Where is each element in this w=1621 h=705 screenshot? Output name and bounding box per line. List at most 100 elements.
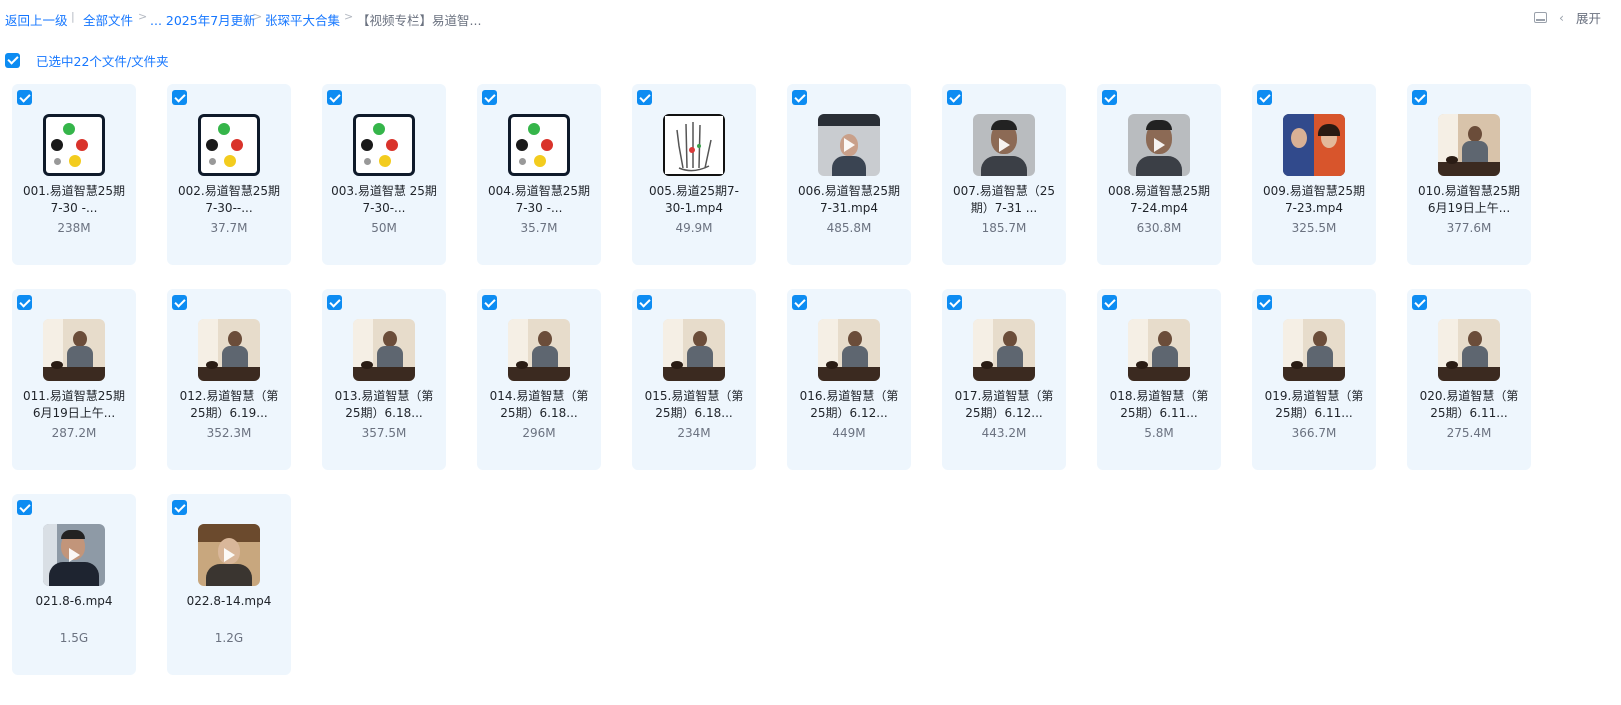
video-thumbnail[interactable]	[198, 319, 260, 381]
video-thumbnail[interactable]	[663, 319, 725, 381]
file-checkbox[interactable]	[17, 500, 32, 515]
file-size: 1.5G	[59, 631, 89, 645]
video-thumbnail[interactable]	[818, 114, 880, 176]
file-size: 35.7M	[520, 221, 558, 235]
expand-button[interactable]: 展开	[1576, 8, 1601, 27]
video-thumbnail[interactable]	[43, 319, 105, 381]
file-checkbox[interactable]	[637, 90, 652, 105]
video-thumbnail[interactable]	[1438, 319, 1500, 381]
select-all-checkbox[interactable]	[5, 52, 20, 68]
file-card[interactable]: 022.8-14.mp4 1.2G	[167, 494, 291, 675]
file-checkbox[interactable]	[947, 90, 962, 105]
file-name[interactable]: 021.8-6.mp4	[20, 593, 128, 610]
file-card[interactable]: 012.易道智慧（第25期）6.19... 352.3M	[167, 289, 291, 470]
file-checkbox[interactable]	[17, 295, 32, 310]
file-checkbox[interactable]	[1257, 90, 1272, 105]
file-card[interactable]: 017.易道智慧（第25期）6.12... 443.2M	[942, 289, 1066, 470]
file-checkbox[interactable]	[172, 90, 187, 105]
file-checkbox[interactable]	[327, 295, 342, 310]
video-thumbnail[interactable]	[973, 114, 1035, 176]
file-card[interactable]: 013.易道智慧（第25期）6.18... 357.5M	[322, 289, 446, 470]
video-thumbnail[interactable]	[663, 114, 725, 176]
file-checkbox[interactable]	[1102, 90, 1117, 105]
video-thumbnail[interactable]	[353, 114, 415, 176]
file-checkbox[interactable]	[1412, 90, 1427, 105]
file-card[interactable]: 011.易道智慧25期6月19日上午... 287.2M	[12, 289, 136, 470]
video-thumbnail[interactable]	[973, 319, 1035, 381]
file-card[interactable]: 006.易道智慧25期7-31.mp4 485.8M	[787, 84, 911, 265]
video-thumbnail[interactable]	[818, 319, 880, 381]
video-thumbnail[interactable]	[198, 524, 260, 586]
video-thumbnail[interactable]	[1283, 319, 1345, 381]
file-checkbox[interactable]	[482, 295, 497, 310]
file-card[interactable]: 008.易道智慧25期7-24.mp4 630.8M	[1097, 84, 1221, 265]
video-thumbnail[interactable]	[508, 114, 570, 176]
file-name[interactable]: 006.易道智慧25期7-31.mp4	[795, 183, 903, 217]
file-checkbox[interactable]	[172, 295, 187, 310]
file-checkbox[interactable]	[792, 295, 807, 310]
file-checkbox[interactable]	[482, 90, 497, 105]
breadcrumb-month-folder[interactable]: ... 2025年7月更新	[150, 10, 256, 29]
file-name[interactable]: 002.易道智慧25期7-30--...	[175, 183, 283, 217]
video-thumbnail[interactable]	[43, 114, 105, 176]
file-name[interactable]: 014.易道智慧（第25期）6.18...	[485, 388, 593, 422]
video-thumbnail[interactable]	[353, 319, 415, 381]
file-card[interactable]: 004.易道智慧25期7-30 -... 35.7M	[477, 84, 601, 265]
file-checkbox[interactable]	[1102, 295, 1117, 310]
file-checkbox[interactable]	[1412, 295, 1427, 310]
file-name[interactable]: 003.易道智慧 25期7-30-...	[330, 183, 438, 217]
file-checkbox[interactable]	[17, 90, 32, 105]
file-checkbox[interactable]	[1257, 295, 1272, 310]
file-card[interactable]: 020.易道智慧（第25期）6.11... 275.4M	[1407, 289, 1531, 470]
file-card[interactable]: 005.易道25期7-30-1.mp4 49.9M	[632, 84, 756, 265]
file-card[interactable]: 001.易道智慧25期7-30 -... 238M	[12, 84, 136, 265]
file-checkbox[interactable]	[792, 90, 807, 105]
file-card[interactable]: 015.易道智慧（第25期）6.18... 234M	[632, 289, 756, 470]
video-thumbnail[interactable]	[198, 114, 260, 176]
file-name[interactable]: 022.8-14.mp4	[175, 593, 283, 610]
video-thumbnail[interactable]	[508, 319, 570, 381]
file-name[interactable]: 019.易道智慧（第25期）6.11...	[1260, 388, 1368, 422]
breadcrumb-collection-folder[interactable]: 张琛平大合集	[265, 10, 340, 29]
file-name[interactable]: 011.易道智慧25期6月19日上午...	[20, 388, 128, 422]
file-card[interactable]: 021.8-6.mp4 1.5G	[12, 494, 136, 675]
file-name[interactable]: 001.易道智慧25期7-30 -...	[20, 183, 128, 217]
file-card[interactable]: 014.易道智慧（第25期）6.18... 296M	[477, 289, 601, 470]
video-thumbnail[interactable]	[1128, 114, 1190, 176]
file-name[interactable]: 020.易道智慧（第25期）6.11...	[1415, 388, 1523, 422]
file-name[interactable]: 010.易道智慧25期6月19日上午...	[1415, 183, 1523, 217]
video-thumbnail[interactable]	[1438, 114, 1500, 176]
file-checkbox[interactable]	[947, 295, 962, 310]
back-link[interactable]: 返回上一级	[5, 10, 68, 29]
file-name[interactable]: 017.易道智慧（第25期）6.12...	[950, 388, 1058, 422]
file-card[interactable]: 016.易道智慧（第25期）6.12... 449M	[787, 289, 911, 470]
video-thumbnail[interactable]	[1128, 319, 1190, 381]
view-toggle-icon[interactable]	[1533, 12, 1547, 23]
file-name[interactable]: 004.易道智慧25期7-30 -...	[485, 183, 593, 217]
video-thumbnail[interactable]	[1283, 114, 1345, 176]
file-name[interactable]: 007.易道智慧（25期）7-31 ...	[950, 183, 1058, 217]
file-name[interactable]: 013.易道智慧（第25期）6.18...	[330, 388, 438, 422]
file-size: 443.2M	[981, 426, 1027, 440]
file-card[interactable]: 003.易道智慧 25期7-30-... 50M	[322, 84, 446, 265]
file-card[interactable]: 009.易道智慧25期7-23.mp4 325.5M	[1252, 84, 1376, 265]
file-name[interactable]: 015.易道智慧（第25期）6.18...	[640, 388, 748, 422]
file-card[interactable]: 002.易道智慧25期7-30--... 37.7M	[167, 84, 291, 265]
file-name[interactable]: 009.易道智慧25期7-23.mp4	[1260, 183, 1368, 217]
file-name[interactable]: 012.易道智慧（第25期）6.19...	[175, 388, 283, 422]
breadcrumb-all-files[interactable]: 全部文件	[83, 10, 133, 29]
file-name[interactable]: 005.易道25期7-30-1.mp4	[640, 183, 748, 217]
file-card[interactable]: 007.易道智慧（25期）7-31 ... 185.7M	[942, 84, 1066, 265]
chevron-left-icon[interactable]: ‹	[1559, 10, 1564, 25]
video-thumbnail[interactable]	[43, 524, 105, 586]
file-name[interactable]: 016.易道智慧（第25期）6.12...	[795, 388, 903, 422]
file-name[interactable]: 018.易道智慧（第25期）6.11...	[1105, 388, 1213, 422]
file-card[interactable]: 018.易道智慧（第25期）6.11... 5.8M	[1097, 289, 1221, 470]
file-checkbox[interactable]	[637, 295, 652, 310]
file-name[interactable]: 008.易道智慧25期7-24.mp4	[1105, 183, 1213, 217]
file-checkbox[interactable]	[172, 500, 187, 515]
file-size: 37.7M	[210, 221, 248, 235]
file-card[interactable]: 010.易道智慧25期6月19日上午... 377.6M	[1407, 84, 1531, 265]
file-checkbox[interactable]	[327, 90, 342, 105]
file-card[interactable]: 019.易道智慧（第25期）6.11... 366.7M	[1252, 289, 1376, 470]
